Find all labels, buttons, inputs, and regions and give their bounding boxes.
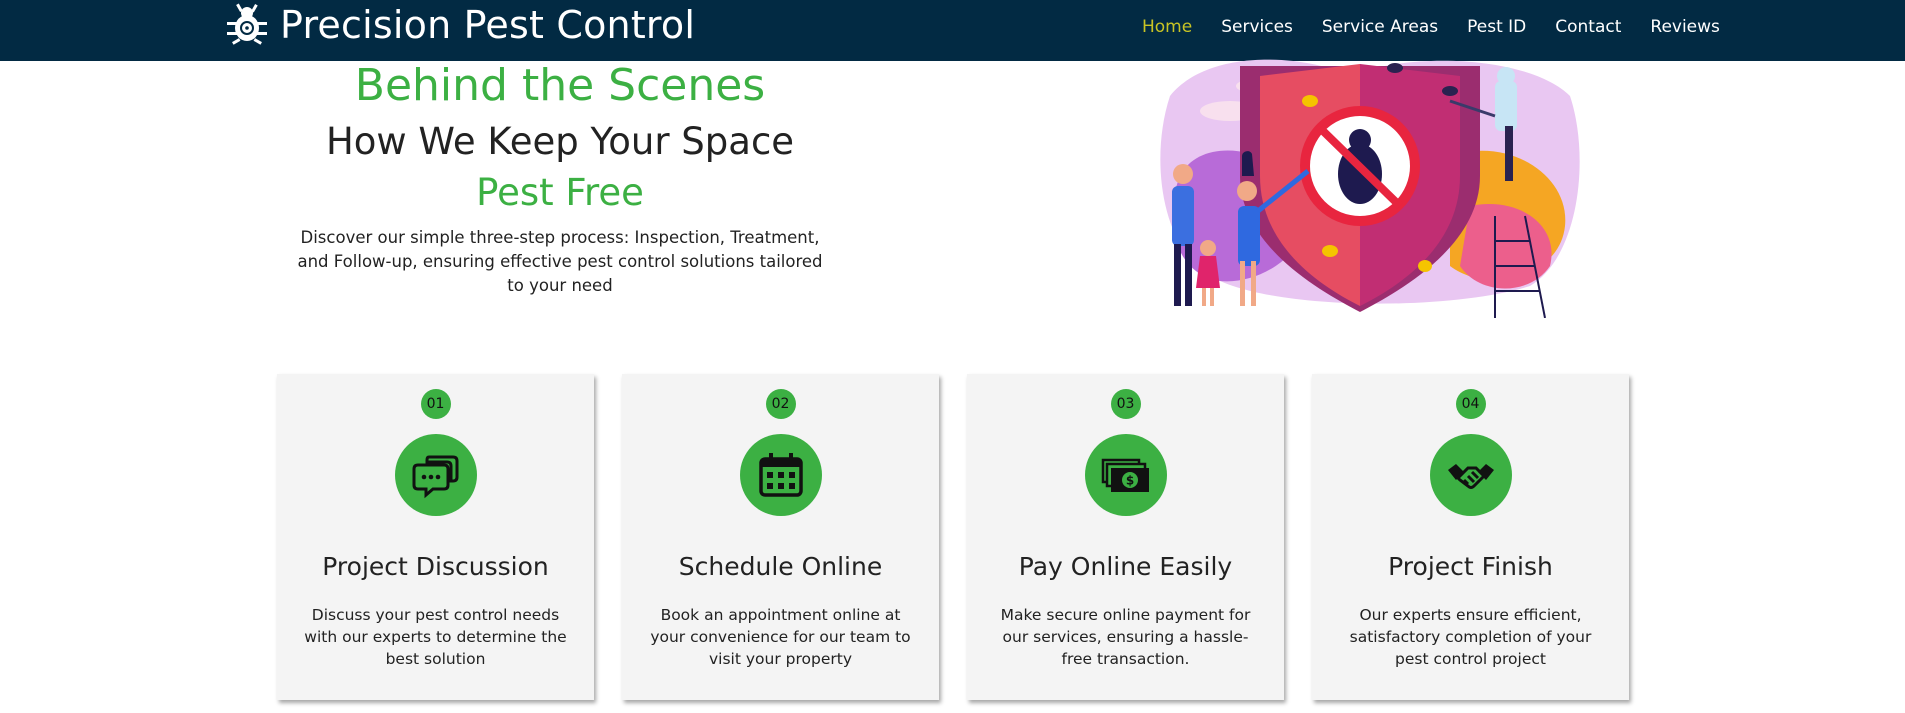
hero-section: Behind the Scenes How We Keep Your Space… xyxy=(280,58,840,298)
step-number: 03 xyxy=(1110,389,1141,419)
step-card-3: 03 $ Pay Online Easily Make secure onlin… xyxy=(967,374,1284,700)
hero-subtitle-highlight: Pest Free xyxy=(476,171,644,214)
step-number: 01 xyxy=(420,389,451,419)
step-description: Discuss your pest control needs with our… xyxy=(304,606,567,668)
nav-service-areas[interactable]: Service Areas xyxy=(1322,17,1438,37)
main-nav: Home Services Service Areas Pest ID Cont… xyxy=(1142,17,1749,37)
navbar: Precision Pest Control Home Services Ser… xyxy=(0,0,1905,61)
svg-text:$: $ xyxy=(1125,474,1133,488)
nav-services[interactable]: Services xyxy=(1221,17,1293,37)
step-card-2: 02 Schedule Online Book an appointment o… xyxy=(622,374,939,700)
nav-contact[interactable]: Contact xyxy=(1555,17,1621,37)
step-card-1: 01 Project Discussion Discuss your pest … xyxy=(277,374,594,700)
chat-bubbles-icon xyxy=(394,434,477,516)
hero-title: Behind the Scenes xyxy=(354,60,766,111)
calendar-icon xyxy=(739,434,822,516)
process-steps: 01 Project Discussion Discuss your pest … xyxy=(277,374,1657,700)
hero-subtitle: How We Keep Your Space xyxy=(325,120,795,163)
step-title: Pay Online Easily xyxy=(1018,552,1233,581)
step-number: 04 xyxy=(1455,389,1486,419)
step-description: Book an appointment online at your conve… xyxy=(650,606,911,668)
hero-description: Discover our simple three-step process: … xyxy=(297,228,823,295)
brand-logo[interactable]: Precision Pest Control xyxy=(224,3,695,47)
step-title: Schedule Online xyxy=(678,552,883,581)
step-title: Project Finish xyxy=(1388,552,1553,581)
handshake-icon xyxy=(1429,434,1512,516)
nav-reviews[interactable]: Reviews xyxy=(1650,17,1720,37)
pest-shield-illustration xyxy=(1160,59,1580,318)
step-description: Make secure online payment for our servi… xyxy=(1000,606,1251,668)
bug-target-icon xyxy=(227,3,267,45)
nav-home[interactable]: Home xyxy=(1142,17,1192,37)
nav-pest-id[interactable]: Pest ID xyxy=(1467,17,1526,37)
money-icon: $ xyxy=(1084,434,1167,516)
step-title: Project Discussion xyxy=(322,552,549,581)
step-description: Our experts ensure efficient, satisfacto… xyxy=(1349,606,1592,668)
brand-name: Precision Pest Control xyxy=(280,3,696,47)
step-number: 02 xyxy=(765,389,796,419)
step-card-4: 04 Project Finish Our experts ensure eff… xyxy=(1312,374,1629,700)
